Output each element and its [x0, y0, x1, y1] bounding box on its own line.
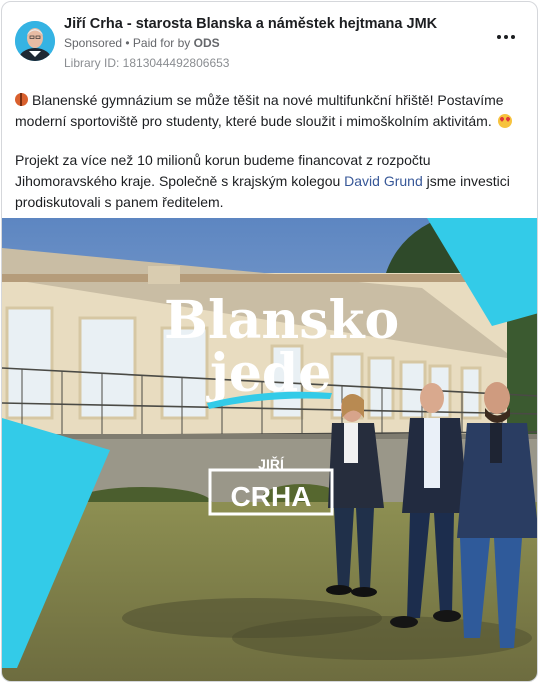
basketball-emoji-icon: [15, 93, 28, 106]
david-grund-link[interactable]: David Grund: [344, 173, 423, 189]
name-last: CRHA: [231, 481, 312, 512]
page-avatar[interactable]: [15, 21, 55, 61]
sponsored-label: Sponsored: [64, 36, 123, 50]
sponsored-line: Sponsored • Paid for by ODS: [64, 36, 220, 50]
paid-for-by[interactable]: ODS: [194, 36, 220, 50]
library-id: Library ID: 1813044492806653: [64, 56, 230, 70]
heart-eyes-emoji-icon: [497, 114, 512, 128]
paid-for-prefix: Paid for by: [132, 36, 194, 50]
name-first: JIŘÍ: [258, 455, 285, 472]
campaign-photo: Blansko jede JIŘÍ CRHA: [2, 218, 537, 681]
ad-post-card: Jiří Crha - starosta Blanska a náměstek …: [1, 1, 538, 682]
avatar-image: [15, 21, 55, 61]
page-name-link[interactable]: Jiří Crha - starosta Blanska a náměstek …: [64, 16, 437, 32]
slogan-line-1: Blansko: [164, 290, 399, 351]
ad-image[interactable]: Blansko jede JIŘÍ CRHA: [2, 218, 537, 681]
post-paragraph-1: Blanenské gymnázium se může těšit na nov…: [15, 90, 530, 132]
more-options-icon[interactable]: [497, 32, 515, 42]
paragraph-1-text: Blanenské gymnázium se může těšit na nov…: [15, 92, 504, 129]
post-paragraph-2: Projekt za více než 10 milionů korun bud…: [15, 150, 530, 213]
meta-separator: •: [122, 36, 133, 50]
